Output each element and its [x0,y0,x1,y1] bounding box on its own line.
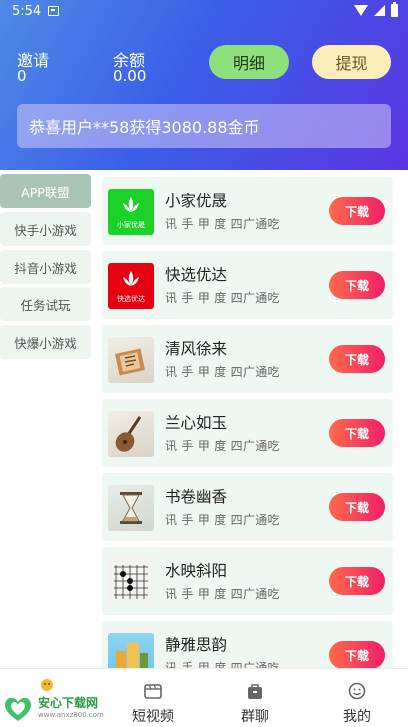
lotus-logo-green-icon: 小家优晟 [108,189,154,235]
watermark-brand: 安心下载网 [38,696,99,710]
list-item[interactable]: 静雅思韵 讯 手 甲 度 四广通吃 下载 [102,621,393,668]
smiley-icon [348,682,366,700]
tab-label: 我的 [343,709,371,725]
cell-signal-icon [374,5,385,16]
download-button[interactable]: 下载 [329,567,385,595]
detail-button[interactable]: 明细 [209,45,289,79]
category-sidebar: APP联盟 快手小游戏 抖音小游戏 任务试玩 快爆小游戏 [0,170,96,668]
app-name: 清风徐来 [165,340,228,358]
sidebar-item-kuaibao-games[interactable]: 快爆小游戏 [0,325,91,359]
status-bar: 5:54 [0,0,408,24]
app-tags: 讯 手 甲 度 四广通吃 [165,513,280,527]
app-name: 兰心如玉 [165,414,228,432]
tab-label: 群聊 [241,709,269,725]
tab-short-video[interactable]: 短视频 [102,669,204,727]
wifi-icon [354,5,368,16]
sidebar-item-kuaishou-games[interactable]: 快手小游戏 [0,212,91,246]
download-button[interactable]: 下载 [329,197,385,225]
tab-mine[interactable]: 我的 [306,669,408,727]
list-item[interactable]: 书卷幽香 讯 手 甲 度 四广通吃 下载 [102,473,393,541]
list-item[interactable]: 水映斜阳 讯 手 甲 度 四广通吃 下载 [102,547,393,615]
withdraw-button[interactable]: 提现 [312,45,391,79]
list-item[interactable]: 小家优晟 小家优晟 讯 手 甲 度 四广通吃 下载 [102,177,393,245]
app-tags: 讯 手 甲 度 四广通吃 [165,291,280,305]
tab-group-chat[interactable]: 群聊 [204,669,306,727]
watermark-url: www.anxz800.com [38,711,104,719]
bottom-tab-bar: 安心下载网 www.anxz800.com 短视频 群聊 我的 [0,668,408,727]
message-notification-icon [48,6,59,16]
app-tags: 讯 手 甲 度 四广通吃 [165,365,280,379]
download-button[interactable]: 下载 [329,419,385,447]
download-button[interactable]: 下载 [329,271,385,299]
list-item[interactable]: 快选优达 快选优达 讯 手 甲 度 四广通吃 下载 [102,251,393,319]
sidebar-item-douyin-games[interactable]: 抖音小游戏 [0,250,91,284]
list-item[interactable]: 清风徐来 讯 手 甲 度 四广通吃 下载 [102,325,393,393]
app-name: 静雅思韵 [165,636,228,654]
download-button[interactable]: 下载 [329,493,385,521]
app-name: 快选优达 [165,266,228,284]
app-name: 水映斜阳 [165,562,228,580]
hourglass-icon [108,485,154,531]
bag-icon [248,684,262,699]
site-watermark-logo: 安心下载网 www.anxz800.com [0,669,110,727]
tab-home[interactable]: 安心下载网 www.anxz800.com [0,669,104,727]
buildings-icon [108,633,154,668]
sidebar-item-task-trial[interactable]: 任务试玩 [0,287,91,321]
pipa-instrument-icon [108,411,154,457]
header: 5:54 邀请 0 余额 0.00 明细 提现 恭喜用户**58获得3080.8… [0,0,408,170]
scroll-art-icon [108,337,154,383]
sidebar-item-app-alliance[interactable]: APP联盟 [0,174,91,208]
icon-caption: 快选优达 [117,295,145,303]
app-tags: 讯 手 甲 度 四广通吃 [165,661,280,668]
video-icon [144,684,162,699]
lotus-logo-red-icon: 快选优达 [108,263,154,309]
icon-caption: 小家优晟 [117,221,145,229]
app-tags: 讯 手 甲 度 四广通吃 [165,217,280,231]
list-item[interactable]: 兰心如玉 讯 手 甲 度 四广通吃 下载 [102,399,393,467]
status-time: 5:54 [12,4,42,19]
invite-value: 0 [17,67,27,85]
balance-value: 0.00 [113,67,147,85]
battery-icon [391,2,398,17]
app-tags: 讯 手 甲 度 四广通吃 [165,587,280,601]
app-name: 书卷幽香 [165,488,228,506]
tab-label: 短视频 [132,709,174,725]
app-name: 小家优晟 [165,192,228,210]
download-button[interactable]: 下载 [329,345,385,373]
app-tags: 讯 手 甲 度 四广通吃 [165,439,280,453]
download-button[interactable]: 下载 [329,641,385,668]
app-list: 小家优晟 小家优晟 讯 手 甲 度 四广通吃 下载 快选优达 快选优达 讯 手 … [96,170,408,668]
reward-announcement-banner: 恭喜用户**58获得3080.88金币 [17,104,391,148]
go-board-icon [108,559,154,605]
